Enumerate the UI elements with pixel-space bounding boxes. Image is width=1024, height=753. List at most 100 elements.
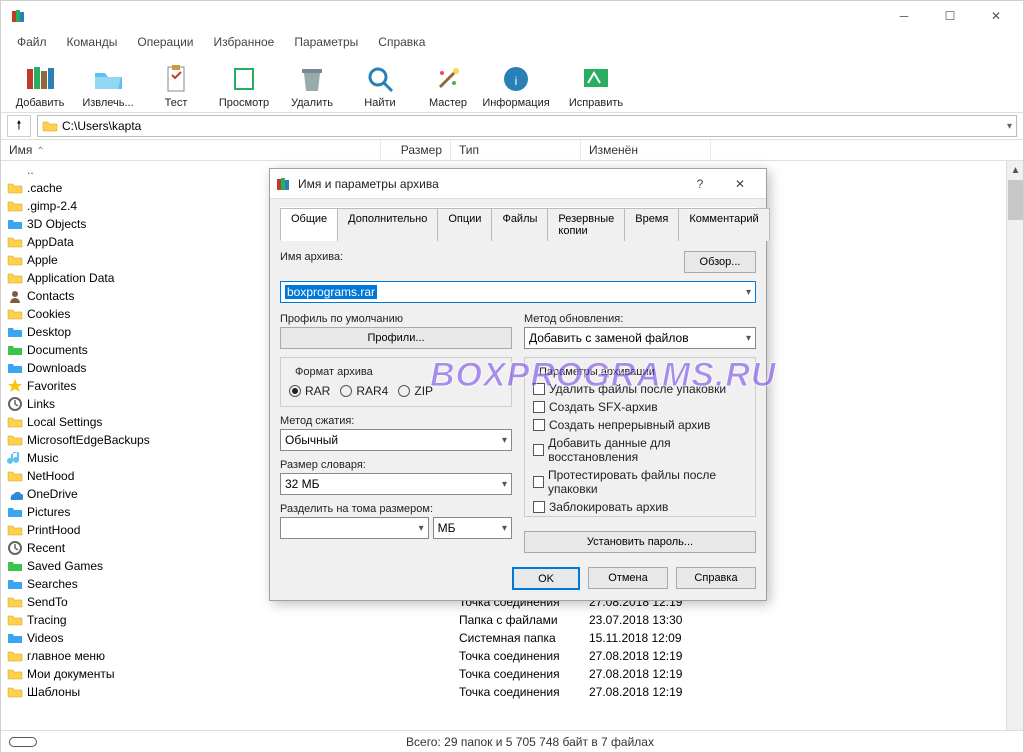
- chevron-down-icon: ▾: [419, 523, 424, 534]
- menu-справка[interactable]: Справка: [368, 33, 435, 51]
- list-item[interactable]: TracingПапка с файлами23.07.2018 13:30: [1, 611, 1023, 629]
- menu-операции[interactable]: Операции: [127, 33, 203, 51]
- help-button[interactable]: Справка: [676, 567, 756, 589]
- up-button[interactable]: 🠕: [7, 115, 31, 137]
- checkbox-icon: [533, 444, 544, 456]
- menu-файл[interactable]: Файл: [7, 33, 57, 51]
- dictionary-label: Размер словаря:: [280, 459, 512, 471]
- address-text: C:\Users\kapta: [62, 119, 141, 133]
- cancel-button[interactable]: Отмена: [588, 567, 668, 589]
- file-icon: [7, 378, 23, 394]
- checkbox-3[interactable]: Добавить данные для восстановления: [533, 436, 747, 464]
- trash-icon: [296, 63, 328, 95]
- browse-button[interactable]: Обзор...: [684, 251, 756, 273]
- clipboard-icon: [160, 63, 192, 95]
- address-field[interactable]: C:\Users\kapta ▾: [37, 115, 1017, 137]
- list-item[interactable]: VideosСистемная папка15.11.2018 12:09: [1, 629, 1023, 647]
- split-size-input[interactable]: ▾: [280, 517, 429, 539]
- toolbar-trash[interactable]: Удалить: [279, 55, 345, 111]
- column-name[interactable]: Имя⌃: [1, 140, 381, 160]
- file-icon: [7, 450, 23, 466]
- file-icon: [7, 180, 23, 196]
- toolbar-info[interactable]: iИнформация: [483, 55, 549, 111]
- scroll-thumb[interactable]: [1008, 180, 1023, 220]
- radio-rar[interactable]: RAR: [289, 384, 330, 398]
- vertical-scrollbar[interactable]: ▲: [1006, 161, 1023, 730]
- file-icon: [7, 594, 23, 610]
- file-icon: [7, 666, 23, 682]
- repair-icon: [580, 63, 612, 95]
- update-method-select[interactable]: Добавить с заменой файлов▾: [524, 327, 756, 349]
- chevron-down-icon: ▾: [502, 523, 507, 534]
- tab-3[interactable]: Файлы: [491, 208, 548, 241]
- menu-избранное[interactable]: Избранное: [204, 33, 285, 51]
- checkbox-1[interactable]: Создать SFX-архив: [533, 400, 747, 414]
- list-item[interactable]: Мои документыТочка соединения27.08.2018 …: [1, 665, 1023, 683]
- toolbar-book[interactable]: Просмотр: [211, 55, 277, 111]
- list-item[interactable]: главное менюТочка соединения27.08.2018 1…: [1, 647, 1023, 665]
- toolbar-wand[interactable]: Мастер: [415, 55, 481, 111]
- archive-name-input[interactable]: boxprograms.rar ▾: [280, 281, 756, 303]
- file-icon: [7, 432, 23, 448]
- dialog-tabs: ОбщиеДополнительноОпцииФайлыРезервные ко…: [280, 207, 756, 241]
- file-icon: [7, 684, 23, 700]
- file-icon: [7, 306, 23, 322]
- file-icon: [7, 522, 23, 538]
- checkbox-5[interactable]: Заблокировать архив: [533, 500, 747, 514]
- file-icon: [7, 504, 23, 520]
- toolbar-books[interactable]: Добавить: [7, 55, 73, 111]
- chevron-down-icon: ▾: [746, 333, 751, 344]
- file-icon: [7, 288, 23, 304]
- checkbox-2[interactable]: Создать непрерывный архив: [533, 418, 747, 432]
- file-icon: [7, 630, 23, 646]
- menu-команды[interactable]: Команды: [57, 33, 128, 51]
- statusbar: Всего: 29 папок и 5 705 748 байт в 7 фай…: [1, 730, 1023, 752]
- books-icon: [24, 63, 56, 95]
- dictionary-select[interactable]: 32 МБ▾: [280, 473, 512, 495]
- ok-button[interactable]: OK: [512, 567, 580, 590]
- tab-2[interactable]: Опции: [437, 208, 492, 241]
- list-item[interactable]: ШаблоныТочка соединения27.08.2018 12:19: [1, 683, 1023, 701]
- column-type[interactable]: Тип: [451, 140, 581, 160]
- radio-icon: [340, 385, 352, 397]
- close-icon[interactable]: ✕: [720, 170, 760, 198]
- scroll-up-icon[interactable]: ▲: [1008, 162, 1023, 179]
- toolbar: ДобавитьИзвлечь...ТестПросмотрУдалитьНай…: [1, 53, 1023, 113]
- column-modified[interactable]: Изменён: [581, 140, 711, 160]
- compression-select[interactable]: Обычный▾: [280, 429, 512, 451]
- toolbar-folder-open[interactable]: Извлечь...: [75, 55, 141, 111]
- file-icon: [7, 270, 23, 286]
- file-icon: [7, 396, 23, 412]
- tab-0[interactable]: Общие: [280, 208, 338, 241]
- toolbar-search[interactable]: Найти: [347, 55, 413, 111]
- radio-zip[interactable]: ZIP: [398, 384, 433, 398]
- file-icon: [7, 576, 23, 592]
- close-button[interactable]: ✕: [973, 1, 1019, 31]
- tab-5[interactable]: Время: [624, 208, 679, 241]
- profiles-button[interactable]: Профили...: [280, 327, 512, 349]
- maximize-button[interactable]: ☐: [927, 1, 973, 31]
- file-icon: [7, 648, 23, 664]
- tab-1[interactable]: Дополнительно: [337, 208, 438, 241]
- checkbox-0[interactable]: Удалить файлы после упаковки: [533, 382, 747, 396]
- chevron-down-icon: ▾: [1007, 121, 1012, 132]
- help-icon[interactable]: ?: [680, 170, 720, 198]
- toolbar-repair[interactable]: Исправить: [563, 55, 629, 111]
- minimize-button[interactable]: ─: [881, 1, 927, 31]
- radio-rar4[interactable]: RAR4: [340, 384, 388, 398]
- radio-icon: [398, 385, 410, 397]
- column-size[interactable]: Размер: [381, 140, 451, 160]
- checkbox-icon: [533, 476, 544, 488]
- toolbar-clipboard[interactable]: Тест: [143, 55, 209, 111]
- tab-6[interactable]: Комментарий: [678, 208, 769, 241]
- info-icon: i: [500, 63, 532, 95]
- tab-4[interactable]: Резервные копии: [547, 208, 625, 241]
- disk-icon: [9, 737, 37, 747]
- archive-format-group: Формат архива RARRAR4ZIP: [280, 357, 512, 407]
- menu-параметры[interactable]: Параметры: [284, 33, 368, 51]
- password-button[interactable]: Установить пароль...: [524, 531, 756, 553]
- folder-icon: [42, 118, 58, 134]
- split-unit-select[interactable]: МБ▾: [433, 517, 512, 539]
- checkbox-4[interactable]: Протестировать файлы после упаковки: [533, 468, 747, 496]
- app-icon: [11, 8, 27, 24]
